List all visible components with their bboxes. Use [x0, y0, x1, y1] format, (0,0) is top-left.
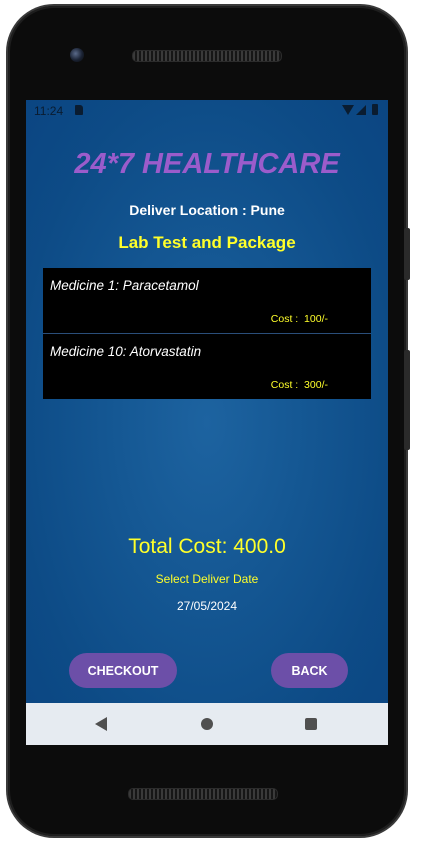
total-cost: Total Cost: 400.0 — [128, 535, 286, 558]
deliver-date-value[interactable]: 27/05/2024 — [26, 599, 388, 613]
deliver-location: Deliver Location : Pune — [129, 202, 285, 218]
order-list: Medicine 1: Paracetamol Cost : 100/- Med… — [43, 268, 371, 399]
list-item[interactable]: Medicine 10: Atorvastatin Cost : 300/- — [43, 333, 371, 399]
app-screen: 11:24 24*7 HEALTHCARE Deliver Location :… — [26, 100, 388, 745]
deliver-date-label: Select Deliver Date — [155, 572, 259, 586]
nav-back-icon[interactable] — [95, 717, 107, 731]
back-button[interactable]: BACK — [271, 653, 348, 688]
item-cost: Cost : 300/- — [270, 379, 328, 391]
navigation-bar — [26, 703, 388, 745]
status-bar: 11:24 — [26, 100, 388, 122]
nav-recents-icon[interactable] — [305, 718, 317, 730]
item-name: Medicine 10: Atorvastatin — [50, 344, 202, 359]
list-item[interactable]: Medicine 1: Paracetamol Cost : 100/- — [43, 268, 371, 333]
item-name: Medicine 1: Paracetamol — [50, 278, 199, 293]
status-time: 11:24 — [34, 104, 64, 118]
nav-home-icon[interactable] — [201, 718, 213, 730]
sd-card-icon — [75, 105, 83, 115]
app-title: 24*7 HEALTHCARE — [74, 148, 340, 180]
volume-button — [404, 350, 410, 450]
wifi-icon — [342, 105, 354, 115]
section-title: Lab Test and Package — [118, 233, 296, 252]
earpiece-speaker — [132, 50, 282, 62]
signal-icon — [356, 105, 366, 115]
bottom-speaker — [128, 788, 278, 800]
front-camera — [70, 48, 84, 62]
power-button — [404, 228, 410, 280]
checkout-button[interactable]: CHECKOUT — [69, 653, 177, 688]
battery-icon — [372, 104, 378, 115]
item-cost: Cost : 100/- — [270, 313, 328, 325]
